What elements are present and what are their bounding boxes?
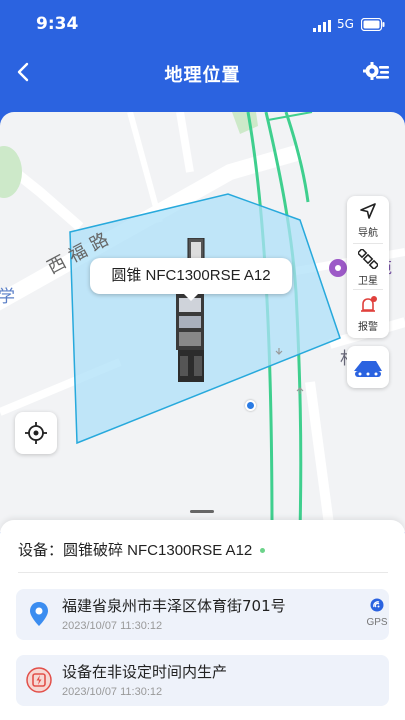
- device-callout[interactable]: 圆锥 NFC1300RSE A12: [90, 258, 292, 301]
- gps-signal-icon: [370, 598, 384, 612]
- status-time: 9:34: [36, 14, 79, 34]
- satellite-label: 卫星: [358, 276, 378, 287]
- device-name: 圆锥破碎 NFC1300RSE A12: [63, 542, 253, 559]
- machine-locate-button[interactable]: [347, 346, 389, 388]
- network-type: 5G: [337, 17, 354, 31]
- satellite-icon: [358, 249, 378, 269]
- alarm-bell-icon: [361, 296, 377, 312]
- alarm-button[interactable]: 报警: [347, 290, 389, 336]
- address-text: 福建省泉州市丰泽区体育街701号: [62, 597, 286, 615]
- online-status-dot: [260, 548, 266, 553]
- alert-card[interactable]: 设备在非设定时间内生产 2023/10/07 11:30:12: [16, 655, 389, 706]
- navigation-arrow-icon: [360, 203, 376, 219]
- crosshair-icon: [25, 422, 47, 444]
- current-location-dot: [245, 400, 256, 411]
- navigate-button[interactable]: 导航: [347, 196, 389, 242]
- device-info-sheet[interactable]: 设备：圆锥破碎 NFC1300RSE A12 福建省泉州市丰泽区体育街701号 …: [0, 510, 405, 720]
- locate-me-button[interactable]: [15, 412, 57, 454]
- battery-icon: [361, 18, 385, 31]
- page-title: 地理位置: [164, 65, 241, 86]
- gps-label: GPS: [366, 617, 388, 628]
- alert-text: 设备在非设定时间内生产: [62, 663, 228, 681]
- crusher-machine-icon: [354, 361, 382, 377]
- nav-bar: 地理位置: [0, 50, 405, 96]
- address-time: 2023/10/07 11:30:12: [62, 620, 163, 632]
- signal-icon: [313, 20, 331, 32]
- gps-badge[interactable]: GPS: [366, 597, 388, 635]
- alert-power-icon: [26, 667, 52, 693]
- navigate-label: 导航: [358, 228, 378, 239]
- satellite-button[interactable]: 卫星: [347, 244, 389, 290]
- map-tool-panel: 导航 卫星 报警: [347, 196, 389, 338]
- device-row: 设备：圆锥破碎 NFC1300RSE A12: [18, 539, 266, 560]
- location-pin-icon: [30, 602, 48, 626]
- settings-list-icon[interactable]: [362, 58, 390, 86]
- app-header: 9:34 5G 地理位置: [0, 0, 405, 120]
- map-label-left: 学: [0, 287, 15, 307]
- map-view[interactable]: 西福路 学 师苑 村 圆锥 NFC1300RSE A12 导航: [0, 112, 405, 532]
- divider: [18, 572, 388, 573]
- drag-handle[interactable]: [190, 510, 214, 513]
- address-card[interactable]: 福建省泉州市丰泽区体育街701号 2023/10/07 11:30:12 GPS: [16, 589, 389, 640]
- alarm-label: 报警: [358, 322, 378, 333]
- alert-time: 2023/10/07 11:30:12: [62, 686, 163, 698]
- device-label: 设备：: [18, 541, 64, 559]
- status-bar: 9:34 5G: [0, 0, 405, 50]
